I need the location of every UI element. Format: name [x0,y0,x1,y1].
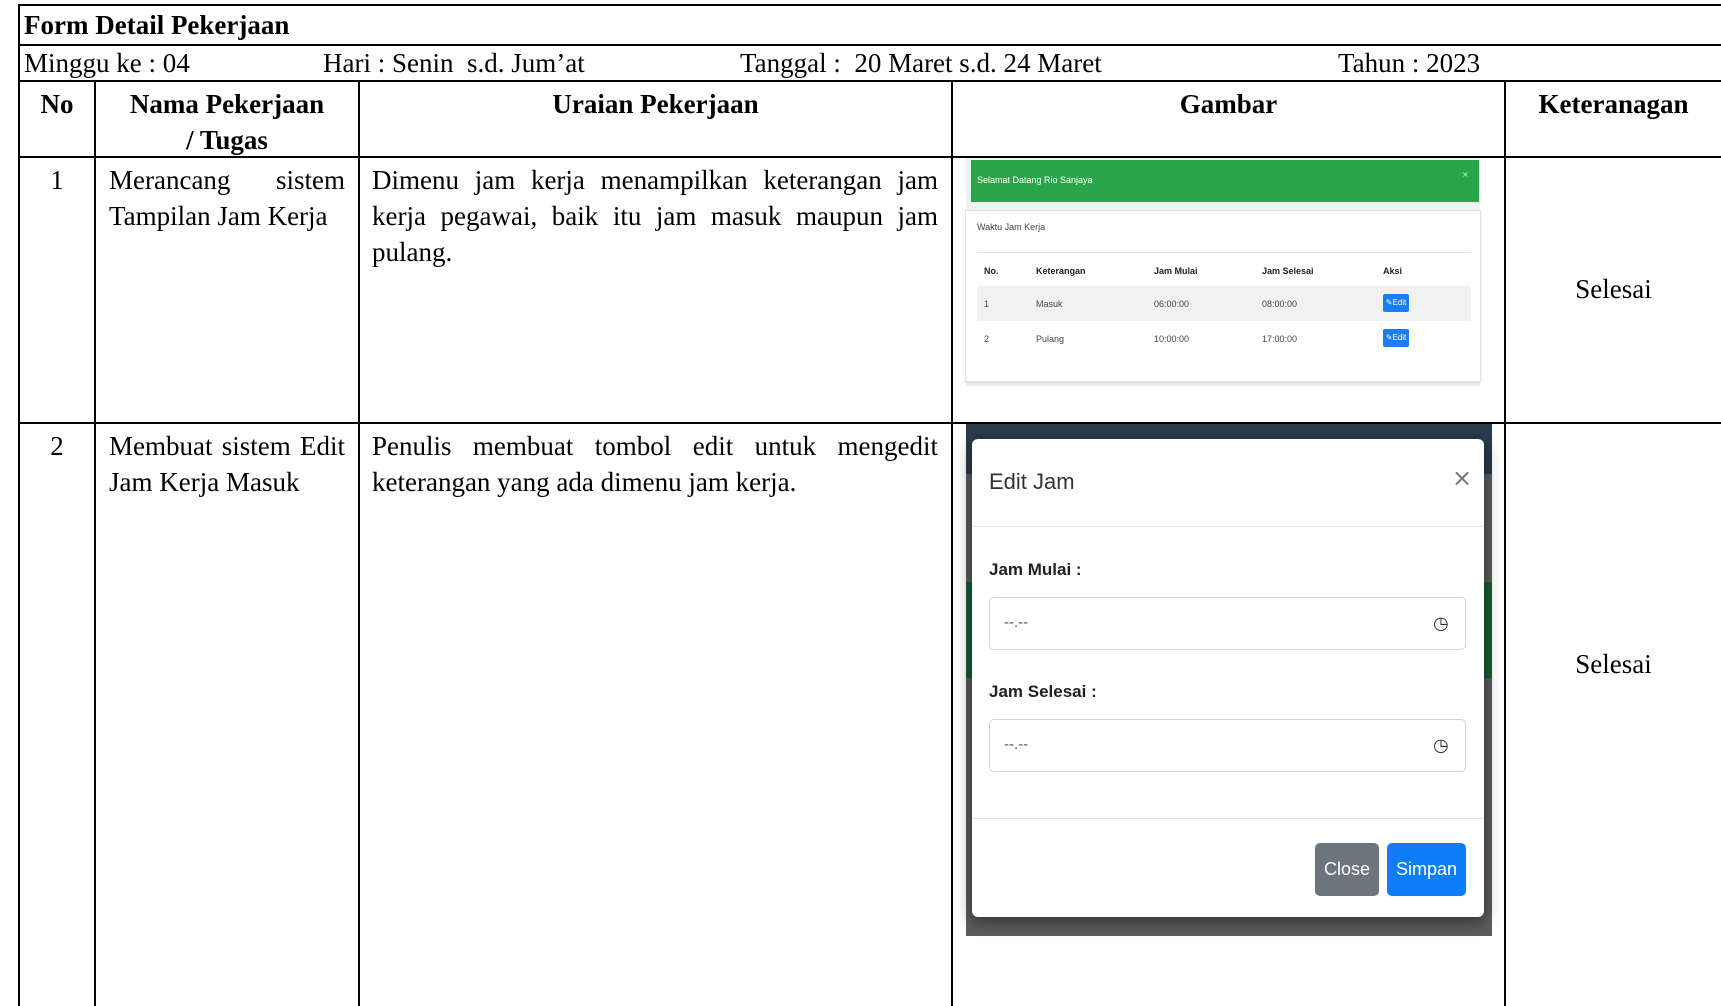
header-name: Nama Pekerjaan / Tugas [96,86,358,158]
welcome-text: Selamat Datang Rio Sanjaya [977,175,1093,185]
edit-button[interactable]: ✎Edit [1383,294,1409,312]
label-jam-selesai: Jam Selesai : [989,682,1097,701]
year-info: Tahun : 2023 [1338,48,1481,78]
td-row2-mulai: 10:00:00 [1154,334,1190,344]
td-row1-no: 1 [984,299,990,309]
row2-name: Membuat sistem Edit Jam Kerja Masuk [109,431,345,497]
jam-mulai-placeholder: --.-- [1004,614,1029,631]
row1-desc: Dimenu jam kerja menampilkan keterangan … [372,165,938,267]
jam-selesai-placeholder: --.-- [1004,736,1029,753]
clock-icon[interactable]: ◷ [1433,735,1449,756]
header-note: Keteranagan [1538,89,1689,119]
card-header-divider [977,252,1471,253]
jam-selesai-input[interactable]: --.-- ◷ [989,719,1466,772]
header-desc: Uraian Pekerjaan [552,89,759,119]
row1-note: Selesai [1575,274,1652,304]
row2-desc: Penulis membuat tombol edit untuk menged… [372,431,938,497]
row2-no: 2 [50,431,64,461]
simpan-button[interactable]: Simpan [1387,843,1466,896]
card-title: Waktu Jam Kerja [977,222,1046,232]
td-row2-ket: Pulang [1036,334,1065,344]
label-jam-mulai: Jam Mulai : [989,560,1082,579]
edit-label: Edit [1392,333,1407,342]
th-jam-mulai: Jam Mulai [1154,266,1198,276]
td-row1-selesai: 08:00:00 [1262,299,1298,309]
form-title: Form Detail Pekerjaan [24,10,290,40]
th-jam-selesai: Jam Selesai [1262,266,1314,276]
border-top [18,4,1721,6]
td-row1-mulai: 06:00:00 [1154,299,1190,309]
col-line-2 [358,80,360,1006]
td-row2-no: 2 [984,334,990,344]
day-info: Hari : Senin s.d. Jum’at [323,48,585,78]
th-keterangan: Keterangan [1036,266,1086,276]
modal-title: Edit Jam [989,469,1075,494]
edit-button[interactable]: ✎Edit [1383,329,1409,347]
row2-note: Selesai [1575,649,1652,679]
date-info: Tanggal : 20 Maret s.d. 24 Maret [740,48,1102,78]
modal-close-icon[interactable]: × [1452,464,1472,492]
td-row1-ket: Masuk [1036,299,1063,309]
border-left [18,4,20,1006]
edit-label: Edit [1392,298,1407,307]
header-name-line1: Nama Pekerjaan [129,89,325,119]
row1-name: Merancang sistem Tampilan Jam Kerja [109,165,345,231]
col-line-3 [951,80,953,1006]
header-image: Gambar [1179,89,1278,119]
header-name-line2: / Tugas [186,125,268,155]
welcome-close-icon[interactable]: × [1462,170,1469,179]
jam-mulai-input[interactable]: --.-- ◷ [989,597,1466,650]
modal-header-divider [972,526,1484,527]
week-info: Minggu ke : 04 [24,48,190,78]
col-line-1 [94,80,96,1006]
td-row2-selesai: 17:00:00 [1262,334,1298,344]
modal-footer-divider [972,818,1484,819]
close-button[interactable]: Close [1315,843,1379,896]
th-aksi: Aksi [1383,266,1403,276]
th-no: No. [984,266,999,276]
clock-icon[interactable]: ◷ [1433,613,1449,634]
header-no: No [40,89,74,119]
col-line-4 [1504,80,1506,1006]
row1-no: 1 [50,165,64,195]
